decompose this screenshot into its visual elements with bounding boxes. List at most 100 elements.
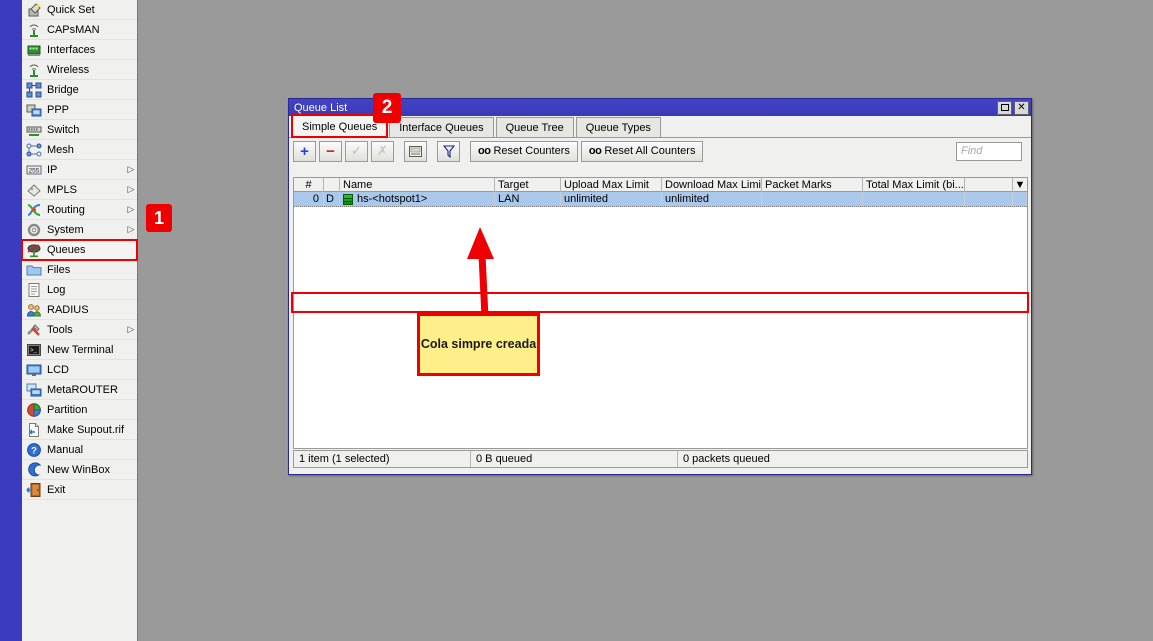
sidebar-item-new-terminal[interactable]: >_New Terminal <box>22 340 137 360</box>
sidebar-item-ip[interactable]: 255IP▷ <box>22 160 137 180</box>
new-winbox-icon <box>26 462 42 478</box>
status-bytes-queued: 0 B queued <box>471 451 678 467</box>
winbox-left-accent-strip <box>0 0 22 641</box>
find-input[interactable]: Find <box>956 142 1022 161</box>
exit-door-icon <box>26 482 42 498</box>
submenu-chevron-icon: ▷ <box>127 224 137 235</box>
maximize-icon <box>1001 104 1009 111</box>
column-header-label: Packet Marks <box>765 179 832 191</box>
quick-set-icon <box>26 2 42 18</box>
sidebar-item-routing[interactable]: Routing▷ <box>22 200 137 220</box>
submenu-chevron-icon: ▷ <box>127 324 137 335</box>
sidebar-item-mpls[interactable]: MPLS▷ <box>22 180 137 200</box>
sidebar-item-label: Tools <box>47 324 127 336</box>
sidebar-item-wireless[interactable]: Wireless <box>22 60 137 80</box>
sidebar-item-new-winbox[interactable]: New WinBox <box>22 460 137 480</box>
column-header-label: ▼ <box>1015 179 1026 191</box>
sidebar-item-interfaces[interactable]: Interfaces <box>22 40 137 60</box>
sidebar-item-lcd[interactable]: LCD <box>22 360 137 380</box>
svg-text:255: 255 <box>29 167 40 174</box>
metarouter-icon <box>26 382 42 398</box>
sidebar-item-label: Make Supout.rif <box>47 424 127 436</box>
add-queue-button[interactable]: + <box>293 141 316 162</box>
annotation-arrow <box>455 215 515 320</box>
column-header-totalmax[interactable]: Total Max Limit (bi... <box>863 178 965 192</box>
sidebar-item-bridge[interactable]: Bridge <box>22 80 137 100</box>
capsman-icon <box>26 22 42 38</box>
disable-queue-button[interactable]: ✗ <box>371 141 394 162</box>
sidebar-item-label: Switch <box>47 124 127 136</box>
tab-interface-queues[interactable]: Interface Queues <box>389 117 493 137</box>
queues-icon <box>26 242 42 258</box>
sidebar-item-label: Log <box>47 284 127 296</box>
queue-toolbar: + − ✓ ✗ oo Reset Counters <box>289 138 1031 164</box>
cell-dropdown <box>1013 192 1027 206</box>
tab-queue-types[interactable]: Queue Types <box>576 117 661 137</box>
plus-icon: + <box>300 144 309 159</box>
table-row[interactable]: 0Dhs-<hotspot1>LANunlimitedunlimited <box>294 192 1027 207</box>
comment-icon <box>409 146 422 157</box>
sidebar-item-system[interactable]: System▷ <box>22 220 137 240</box>
sidebar-item-manual[interactable]: ?Manual <box>22 440 137 460</box>
sidebar-item-files[interactable]: Files <box>22 260 137 280</box>
tab-label: Interface Queues <box>399 122 483 134</box>
tab-label: Queue Tree <box>506 122 564 134</box>
column-header-dropdown[interactable]: ▼ <box>1013 178 1027 192</box>
sidebar-item-label: Mesh <box>47 144 127 156</box>
column-header-target[interactable]: Target <box>495 178 561 192</box>
sidebar-item-label: Partition <box>47 404 127 416</box>
sidebar-item-quick-set[interactable]: Quick Set <box>22 0 137 20</box>
column-header-upload[interactable]: Upload Max Limit <box>561 178 662 192</box>
status-packets-queued: 0 packets queued <box>678 451 1027 467</box>
annotation-callout: Cola simpre creada <box>417 313 540 376</box>
sidebar-item-label: Bridge <box>47 84 127 96</box>
sidebar-item-partition[interactable]: Partition <box>22 400 137 420</box>
column-header-name[interactable]: Name <box>340 178 495 192</box>
column-header-marks[interactable]: Packet Marks <box>762 178 863 192</box>
sidebar-item-exit[interactable]: Exit <box>22 480 137 500</box>
cell-value: unlimited <box>564 193 608 205</box>
sidebar-item-make-supout-rif[interactable]: Make Supout.rif <box>22 420 137 440</box>
column-header-num[interactable]: # <box>294 178 324 192</box>
column-header-extra[interactable] <box>965 178 1013 192</box>
cell-target: LAN <box>495 192 561 206</box>
comment-button[interactable] <box>404 141 427 162</box>
sidebar-item-queues[interactable]: Queues <box>22 240 137 260</box>
close-button[interactable]: ✕ <box>1014 101 1029 115</box>
sidebar-item-metarouter[interactable]: MetaROUTER <box>22 380 137 400</box>
reset-counters-button[interactable]: oo Reset Counters <box>470 141 578 162</box>
sidebar-item-radius[interactable]: RADIUS <box>22 300 137 320</box>
sidebar-item-label: PPP <box>47 104 127 116</box>
sidebar-item-capsman[interactable]: CAPsMAN <box>22 20 137 40</box>
annotation-badge-2: 2 <box>373 93 401 123</box>
enable-queue-button[interactable]: ✓ <box>345 141 368 162</box>
partition-pie-icon <box>26 402 42 418</box>
tab-queue-tree[interactable]: Queue Tree <box>496 117 574 137</box>
files-folder-icon <box>26 262 42 278</box>
simple-queue-icon <box>343 194 353 205</box>
sidebar-item-label: Files <box>47 264 127 276</box>
remove-queue-button[interactable]: − <box>319 141 342 162</box>
routing-icon <box>26 202 42 218</box>
column-header-download[interactable]: Download Max Limit <box>662 178 762 192</box>
system-gear-icon <box>26 222 42 238</box>
column-header-label: Name <box>343 179 372 191</box>
sidebar-item-tools[interactable]: Tools▷ <box>22 320 137 340</box>
maximize-button[interactable] <box>997 101 1012 115</box>
cell-upload: unlimited <box>561 192 662 206</box>
column-header-flags[interactable] <box>324 178 340 192</box>
sidebar-item-label: Interfaces <box>47 44 127 56</box>
minus-icon: − <box>326 144 335 159</box>
reset-all-counters-label: Reset All Counters <box>604 145 695 157</box>
sidebar-item-ppp[interactable]: PPP <box>22 100 137 120</box>
sidebar-item-label: New WinBox <box>47 464 127 476</box>
sidebar-item-switch[interactable]: Switch <box>22 120 137 140</box>
sidebar-item-label: LCD <box>47 364 127 376</box>
sidebar-item-label: MPLS <box>47 184 127 196</box>
queue-list-window: Queue List ✕ Simple QueuesInterface Queu… <box>288 98 1032 475</box>
sidebar-item-mesh[interactable]: Mesh <box>22 140 137 160</box>
sidebar-item-log[interactable]: Log <box>22 280 137 300</box>
reset-all-counters-button[interactable]: oo Reset All Counters <box>581 141 704 162</box>
sidebar-item-label: System <box>47 224 127 236</box>
filter-button[interactable] <box>437 141 460 162</box>
